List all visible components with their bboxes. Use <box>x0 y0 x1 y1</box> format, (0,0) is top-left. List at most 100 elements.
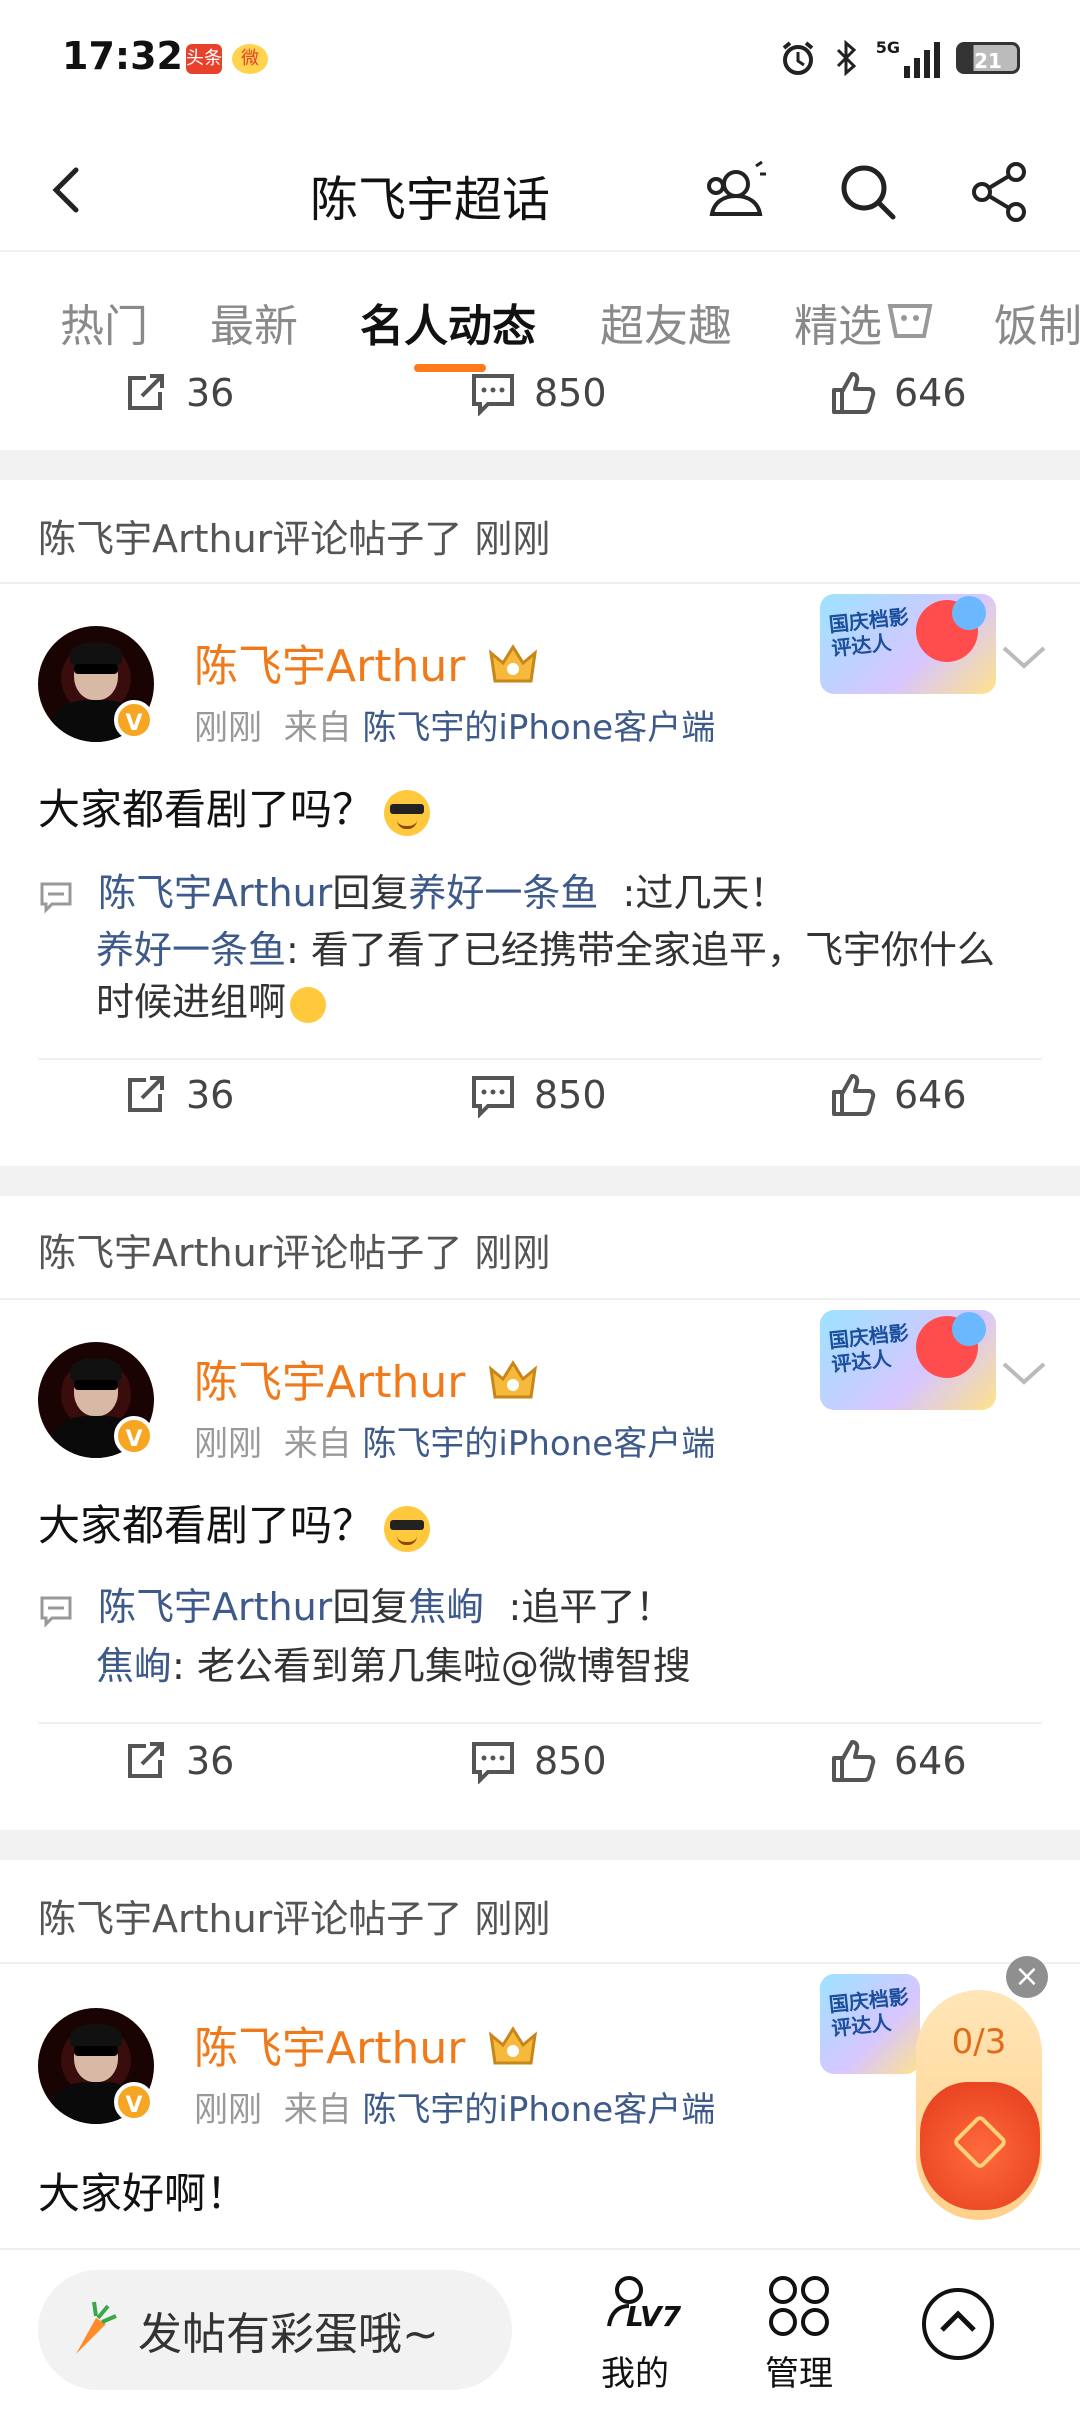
quoted-user: 养好一条鱼 <box>96 928 287 972</box>
level-badge: LV7 <box>626 2300 682 2333</box>
verified-badge: V <box>114 1416 154 1456</box>
like-icon <box>832 1074 876 1116</box>
like-icon <box>832 372 876 414</box>
tab-hot[interactable]: 热门 <box>60 290 148 354</box>
post-time: 刚刚 <box>194 708 262 748</box>
like-button[interactable]: 646 <box>830 1738 967 1784</box>
tab-bar: 热门 最新 名人动态 超友趣 精选 饭制 <box>0 250 1080 372</box>
repost-button[interactable]: 36 <box>122 1738 234 1784</box>
like-count: 646 <box>894 1739 967 1783</box>
verified-badge: V <box>114 700 154 740</box>
like-icon <box>832 1740 876 1782</box>
like-button[interactable]: 646 <box>830 370 967 416</box>
repost-count: 36 <box>186 1739 235 1783</box>
post-from-label: 来自 <box>283 2090 352 2130</box>
nav-manage[interactable]: 管理 <box>744 2270 854 2395</box>
repost-button[interactable]: 36 <box>122 1072 234 1118</box>
post-caption: 陈飞宇Arthur评论帖子了 刚刚 <box>38 1231 551 1275</box>
divider <box>38 1058 1042 1060</box>
post-time: 刚刚 <box>194 2090 262 2130</box>
post-meta: 刚刚 来自 陈飞宇的iPhone客户端 <box>194 2082 715 2131</box>
divider <box>0 1962 1080 1964</box>
tab-fanart[interactable]: 饭制 <box>994 290 1080 354</box>
comment-icon <box>472 1076 514 1118</box>
post-text-content: 大家都看剧了吗？ <box>38 1501 375 1550</box>
reply-line[interactable]: 陈飞宇Arthur回复养好一条鱼 :过几天！ <box>38 862 787 917</box>
laugh-emoji-icon <box>290 986 327 1023</box>
repost-icon <box>128 374 164 410</box>
section-separator <box>0 1830 1080 1860</box>
reply-word: 回复 <box>332 871 409 915</box>
post-source[interactable]: 陈飞宇的iPhone客户端 <box>362 2090 715 2130</box>
tab-latest[interactable]: 最新 <box>210 290 298 354</box>
search-icon[interactable] <box>832 156 904 228</box>
username[interactable]: 陈飞宇Arthur <box>194 1346 541 1410</box>
divider <box>0 1298 1080 1300</box>
reward-count: 0/3 <box>951 2022 1007 2062</box>
comment-icon <box>472 374 514 416</box>
chevron-down-icon[interactable] <box>1000 642 1048 672</box>
share-icon[interactable] <box>964 156 1036 228</box>
featured-badge-icon <box>887 304 933 338</box>
quoted-comment[interactable]: 焦峋: 老公看到第几集啦@微博智搜 <box>96 1640 1016 1692</box>
scroll-top-icon[interactable] <box>918 2284 998 2364</box>
reply-text: :追平了！ <box>508 1585 674 1629</box>
username[interactable]: 陈飞宇Arthur <box>194 630 541 694</box>
post-meta: 刚刚 来自 陈飞宇的iPhone客户端 <box>194 1416 715 1465</box>
comment-button[interactable]: 850 <box>470 370 607 416</box>
reply-line[interactable]: 陈飞宇Arthur回复焦峋 :追平了！ <box>38 1576 673 1631</box>
quoted-comment[interactable]: 养好一条鱼: 看了看了已经携带全家追平，飞宇你什么时候进组啊 <box>96 924 1016 1028</box>
divider <box>0 582 1080 584</box>
status-bar: 17:32 头条 微 5G 21 <box>0 0 1080 120</box>
reply-icon <box>40 882 72 914</box>
sunglasses-emoji-icon <box>384 789 431 836</box>
post-source[interactable]: 陈飞宇的iPhone客户端 <box>362 1424 715 1464</box>
tab-featured[interactable]: 精选 <box>794 290 882 354</box>
tab-fun[interactable]: 超友趣 <box>600 290 732 354</box>
repost-icon <box>128 1742 164 1778</box>
post-from-label: 来自 <box>283 1424 352 1464</box>
tab-celebrity[interactable]: 名人动态 <box>360 290 536 354</box>
user-group-icon[interactable] <box>700 156 772 228</box>
comment-button[interactable]: 850 <box>470 1738 607 1784</box>
nav-mine[interactable]: LV7 我的 <box>580 2270 690 2395</box>
bottom-bar: 发帖有彩蛋哦~ LV7 我的 管理 <box>0 2248 1080 2414</box>
like-button[interactable]: 646 <box>830 1072 967 1118</box>
alarm-icon <box>782 41 814 75</box>
weibo-app-icon: 微 <box>232 44 268 74</box>
post-source[interactable]: 陈飞宇的iPhone客户端 <box>362 708 715 748</box>
post-caption: 陈飞宇Arthur评论帖子了 刚刚 <box>38 517 551 561</box>
top-header: 陈飞宇超话 <box>0 130 1080 250</box>
signal-icon: 5G <box>876 38 940 78</box>
reward-widget[interactable]: 0/3 <box>916 1990 1042 2220</box>
chevron-down-icon[interactable] <box>1000 1358 1048 1388</box>
reply-text: :过几天！ <box>622 871 788 915</box>
comment-count: 850 <box>534 1073 607 1117</box>
post-text: 大家都看剧了吗？ <box>38 1492 431 1553</box>
username[interactable]: 陈飞宇Arthur <box>194 2012 541 2076</box>
lucky-bag-icon <box>920 2082 1040 2210</box>
post-actions: 36 850 646 <box>0 370 1080 450</box>
comment-count: 850 <box>534 371 607 415</box>
crown-icon <box>489 1360 538 1399</box>
comment-button[interactable]: 850 <box>470 1072 607 1118</box>
username-text: 陈飞宇Arthur <box>194 641 466 692</box>
compose-button[interactable]: 发帖有彩蛋哦~ <box>38 2270 512 2390</box>
award-sticker-text: 国庆档影评达人 <box>827 604 910 661</box>
nav-mine-label: 我的 <box>601 2354 669 2394</box>
bluetooth-icon <box>836 39 856 77</box>
award-sticker[interactable]: 国庆档影评达人 <box>820 1310 996 1410</box>
award-sticker[interactable]: 国庆档影评达人 <box>820 1974 920 2074</box>
status-right: 5G 21 <box>778 38 1020 78</box>
repost-count: 36 <box>186 1073 235 1117</box>
status-time: 17:32 <box>62 34 183 78</box>
reply-user: 陈飞宇Arthur <box>98 871 333 915</box>
crown-icon <box>489 644 538 683</box>
reply-to: 养好一条鱼 <box>408 871 599 915</box>
award-sticker[interactable]: 国庆档影评达人 <box>820 594 996 694</box>
username-text: 陈飞宇Arthur <box>194 2023 466 2074</box>
post-actions: 36 850 646 <box>0 1072 1080 1152</box>
like-count: 646 <box>894 1073 967 1117</box>
close-icon[interactable]: × <box>1006 1956 1048 1998</box>
repost-button[interactable]: 36 <box>122 370 234 416</box>
